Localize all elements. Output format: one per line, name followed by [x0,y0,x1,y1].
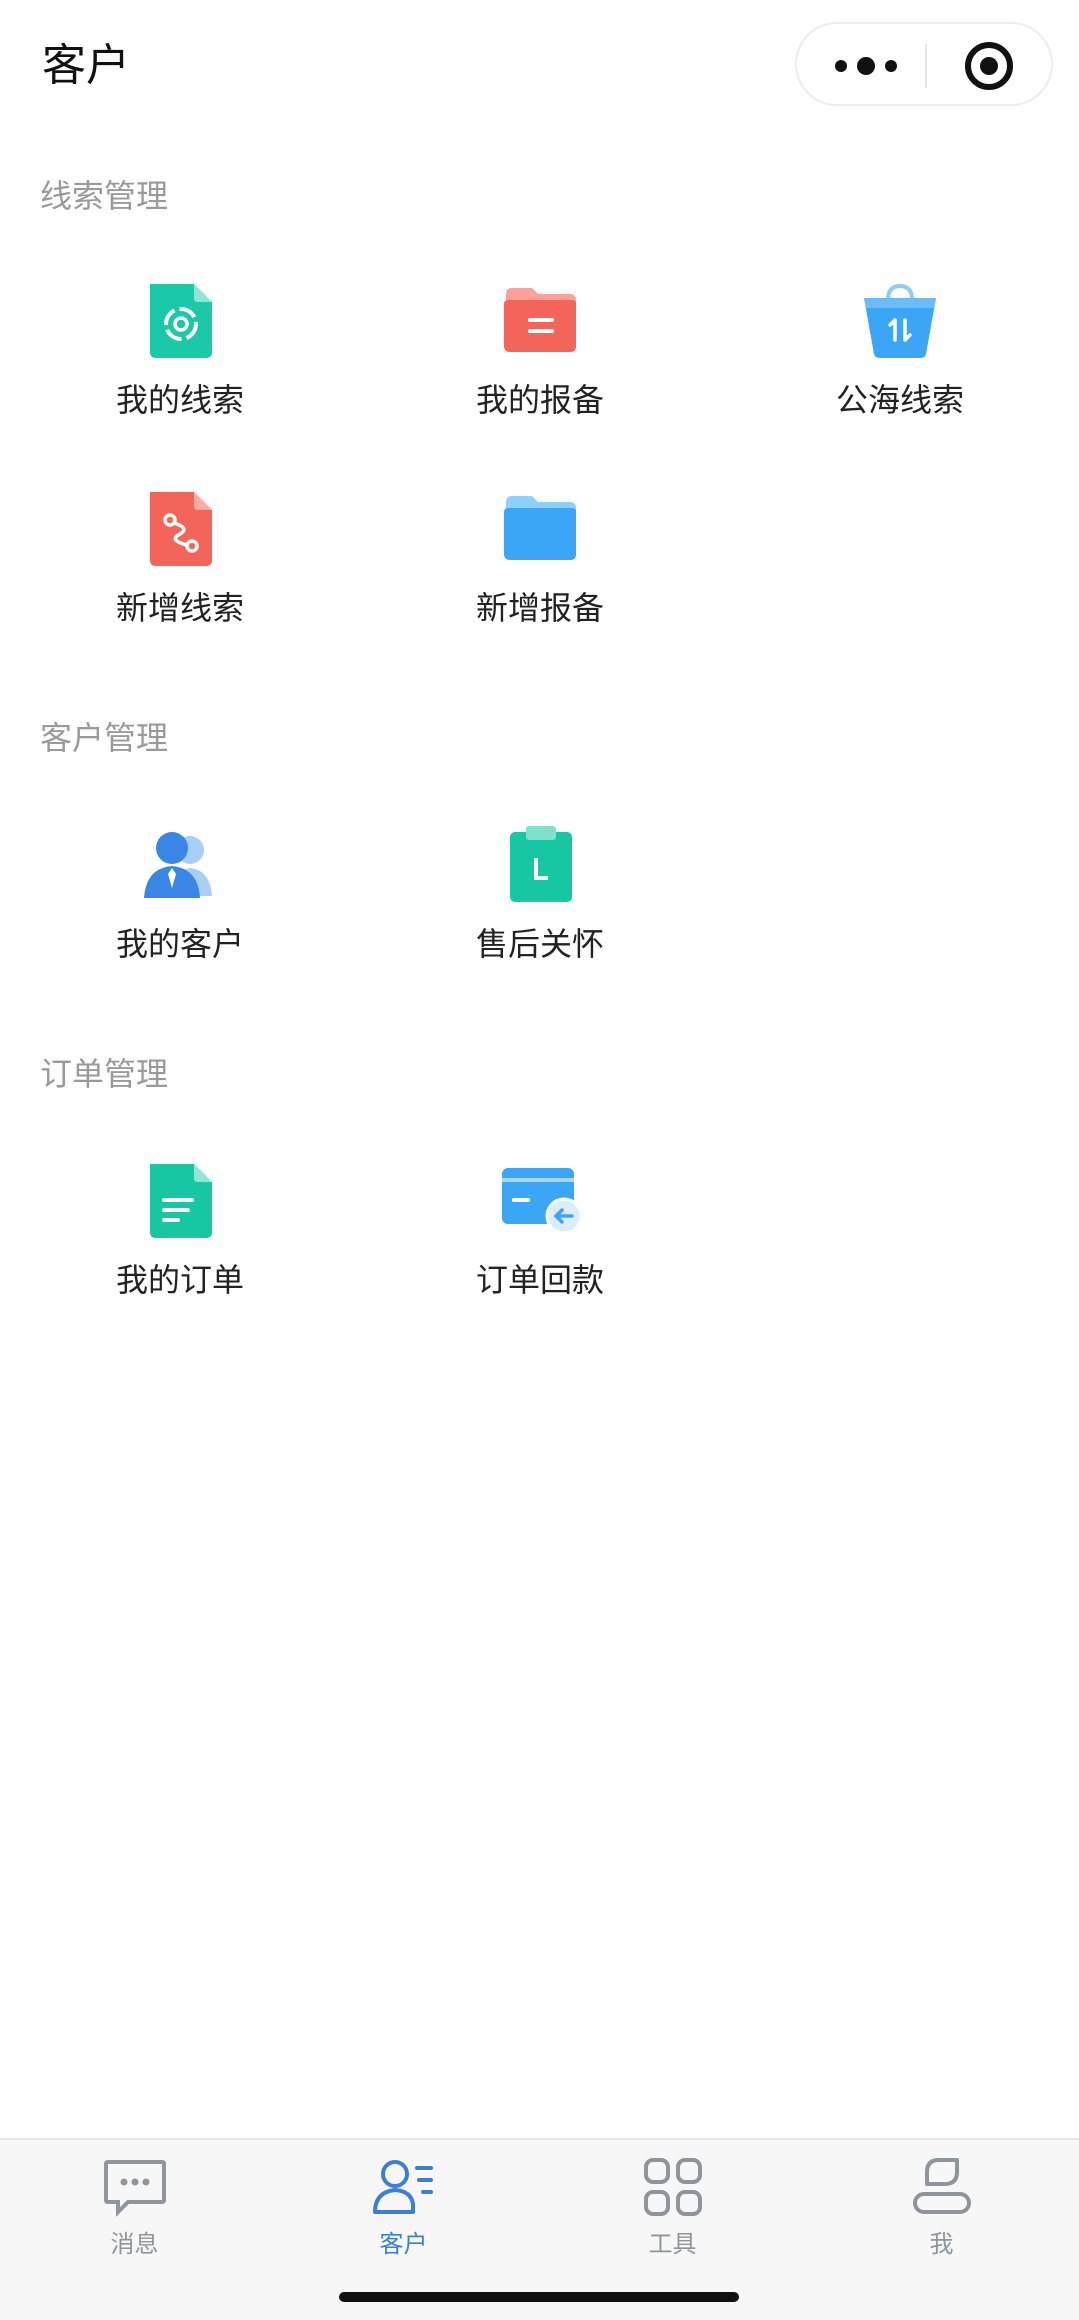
shopping-bag-icon [864,283,936,358]
person-icon [913,2158,971,2214]
page-title: 客户 [42,40,130,91]
chat-bubble-icon [104,2160,166,2217]
tile-my-orders[interactable]: 我的订单 [0,1160,360,1330]
more-button[interactable] [817,24,917,104]
section-title-customers: 客户管理 [40,719,169,757]
more-dots-icon [835,57,897,75]
home-indicator [339,2292,739,2302]
tab-label: 我 [929,2230,954,2258]
tile-label: 订单回款 [475,1261,604,1299]
tile-label: 我的线索 [115,381,244,419]
tab-me[interactable]: 我 [807,2140,1076,2280]
tab-label: 工具 [648,2230,697,2258]
section-title-leads: 线索管理 [40,177,169,215]
tile-my-leads[interactable]: 我的线索 [0,280,360,450]
customers-icon [144,832,212,898]
tab-messages[interactable]: 消息 [0,2140,269,2280]
close-button[interactable] [937,24,1047,104]
tab-customers[interactable]: 客户 [269,2140,538,2280]
payment-card-icon [502,1168,580,1235]
tile-label: 新增报备 [475,589,604,627]
order-doc-icon [150,1164,212,1238]
tile-after-sales[interactable]: 售后关怀 [360,824,720,994]
grid-icon [644,2158,702,2216]
tile-label: 新增线索 [115,589,244,627]
tile-label: 售后关怀 [475,925,604,963]
tile-my-reports[interactable]: 我的报备 [360,280,720,450]
target-icon [965,42,1013,90]
tile-label: 我的报备 [475,381,604,419]
tile-my-customers[interactable]: 我的客户 [0,824,360,994]
red-folder-icon [504,288,576,352]
tile-label: 我的订单 [115,1261,244,1299]
tile-label: 我的客户 [115,925,244,963]
tile-public-leads[interactable]: 公海线索 [720,280,1079,450]
tab-label: 消息 [110,2230,159,2258]
tab-label: 客户 [379,2230,428,2258]
header: 客户 [0,0,1079,130]
tab-tools[interactable]: 工具 [538,2140,807,2280]
route-doc-icon [150,492,212,566]
clipboard-icon [510,826,572,902]
target-doc-icon [150,284,212,358]
tile-order-payment[interactable]: 订单回款 [360,1160,720,1330]
tile-new-lead[interactable]: 新增线索 [0,488,360,658]
customer-list-icon [373,2160,433,2214]
tile-new-report[interactable]: 新增报备 [360,488,720,658]
blue-folder-icon [504,496,576,560]
section-title-orders: 订单管理 [40,1055,169,1093]
mini-program-capsule [795,22,1053,106]
capsule-divider [925,44,927,88]
tile-label: 公海线索 [835,381,964,419]
